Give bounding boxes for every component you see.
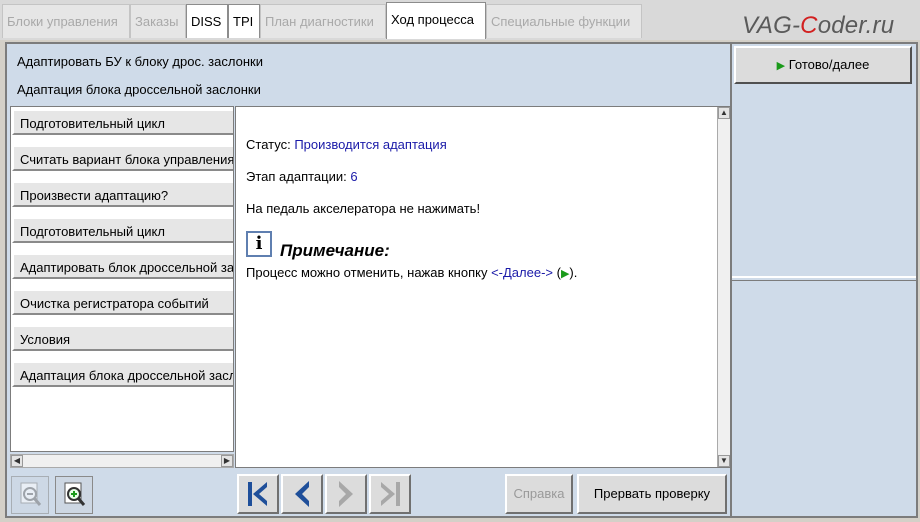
zoom-in-button[interactable] <box>55 476 93 514</box>
next-link[interactable]: <-Далее-> <box>491 265 553 280</box>
step-list-hscrollbar[interactable]: ◀ ▶ <box>10 454 234 468</box>
step-item[interactable]: Подготовительный цикл <box>12 109 233 135</box>
scroll-down-arrow-icon[interactable]: ▼ <box>718 455 730 467</box>
tab-control-units[interactable]: Блоки управления <box>2 4 130 38</box>
stage-label: Этап адаптации: <box>246 169 351 184</box>
info-icon: i <box>246 231 272 257</box>
tab-special-functions[interactable]: Специальные функции <box>486 4 642 38</box>
zoom-out-button[interactable] <box>11 476 49 514</box>
step-item[interactable]: Адаптировать блок дроссельной заслонки <box>12 253 233 279</box>
play-icon: ▶ <box>776 60 786 72</box>
stage-line: Этап адаптации: 6 <box>246 169 358 184</box>
scroll-right-arrow-icon[interactable]: ▶ <box>221 455 233 467</box>
forward-button[interactable] <box>325 474 367 514</box>
step-item[interactable]: Произвести адаптацию? <box>12 181 233 207</box>
tab-bar: Блоки управления Заказы DISS TPI План ди… <box>0 0 920 40</box>
chevron-left-icon <box>295 481 309 507</box>
tab-orders[interactable]: Заказы <box>130 4 186 38</box>
watermark: VAG-Coder.ru <box>742 12 895 39</box>
divider <box>732 276 916 278</box>
divider <box>732 280 916 281</box>
step-item[interactable]: Подготовительный цикл <box>12 217 233 243</box>
tab-tpi[interactable]: TPI <box>228 4 260 38</box>
step-item[interactable]: Очистка регистратора событий <box>12 289 233 315</box>
tab-diss[interactable]: DISS <box>186 4 228 38</box>
done-next-label: Готово/далее <box>788 57 870 72</box>
done-next-button[interactable]: ▶ Готово/далее <box>734 46 912 84</box>
zoom-out-icon <box>20 482 42 506</box>
procedure-title: Адаптировать БУ к блоку дрос. заслонки <box>17 54 263 69</box>
abort-test-button[interactable]: Прервать проверку <box>577 474 727 514</box>
right-panel: ▶ Готово/далее <box>732 42 918 518</box>
back-button[interactable] <box>281 474 323 514</box>
scroll-up-arrow-icon[interactable]: ▲ <box>718 107 730 119</box>
warning-text: На педаль акселератора не нажимать! <box>246 201 481 216</box>
step-item[interactable]: Считать вариант блока управления <box>12 145 233 171</box>
content-vscrollbar[interactable]: ▲ ▼ <box>717 107 730 467</box>
note-title: Примечание: <box>280 241 390 260</box>
status-line: Статус: Производится адаптация <box>246 137 447 152</box>
content-pane: Статус: Производится адаптация Этап адап… <box>235 106 731 468</box>
step-item[interactable]: Адаптация блока дроссельной заслонки <box>12 361 233 387</box>
skip-first-icon <box>248 482 267 506</box>
step-list: Подготовительный цикл Считать вариант бл… <box>10 106 234 452</box>
skip-last-icon <box>381 482 400 506</box>
first-step-button[interactable] <box>237 474 279 514</box>
help-button[interactable]: Справка <box>505 474 573 514</box>
tab-diagnostic-plan[interactable]: План диагностики <box>260 4 386 38</box>
chevron-right-icon <box>339 481 353 507</box>
procedure-subtitle: Адаптация блока дроссельной заслонки <box>17 82 261 97</box>
step-item[interactable]: Условия <box>12 325 233 351</box>
status-value: Производится адаптация <box>294 137 447 152</box>
main-panel: Адаптировать БУ к блоку дрос. заслонки А… <box>5 42 732 518</box>
last-step-button[interactable] <box>369 474 411 514</box>
stage-value: 6 <box>350 169 358 184</box>
zoom-in-icon <box>64 482 86 506</box>
note-text: Процесс можно отменить, нажав кнопку <-Д… <box>246 265 578 280</box>
status-label: Статус: <box>246 137 295 152</box>
scroll-left-arrow-icon[interactable]: ◀ <box>11 455 23 467</box>
tab-process[interactable]: Ход процесса <box>386 2 486 39</box>
